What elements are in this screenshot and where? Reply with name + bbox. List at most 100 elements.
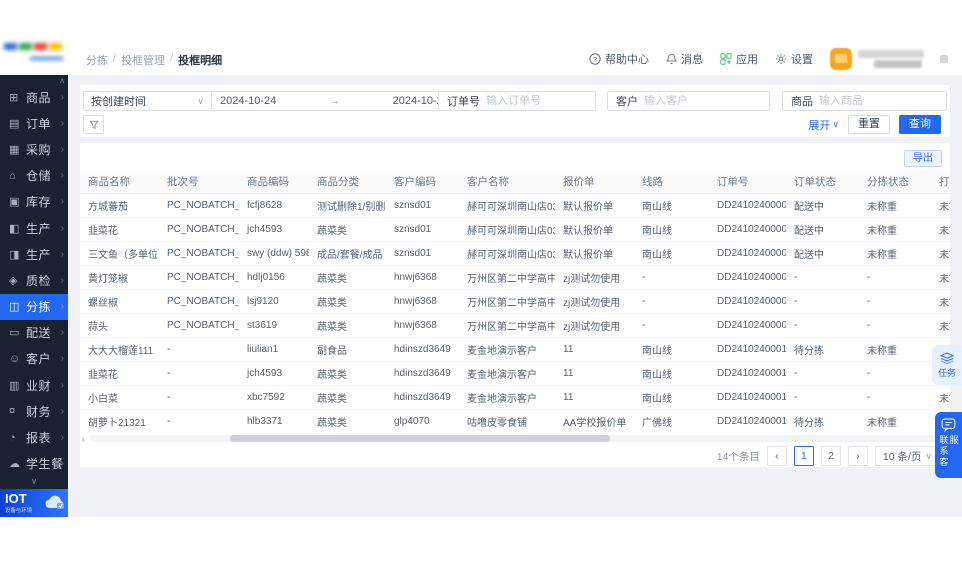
table-cell: DD24102400010 <box>709 337 786 362</box>
table-row: 三文鱼（多单位）PC_NOBATCH_00...swy (ddw) 5980成品… <box>80 241 950 266</box>
avatar <box>830 48 852 70</box>
table-column-header: 客户编码 <box>386 171 459 194</box>
expand-filters-link[interactable]: 展开 ∨ <box>808 117 839 133</box>
sidebar-item-inventory[interactable]: ▣ 库存 › <box>0 189 68 215</box>
table-cell: 11 <box>555 337 634 362</box>
table-cell: - <box>859 385 931 410</box>
table-cell: - <box>159 361 239 386</box>
table-cell: 万州区第二中学高中部（... <box>459 265 555 290</box>
table-cell: 默认报价单 <box>555 217 634 242</box>
question-circle-icon: ? <box>589 53 601 65</box>
sidebar-item-student-meals[interactable]: ☁ 学生餐 › <box>0 451 68 477</box>
page-size-select[interactable]: 10 条/页 ∨ <box>874 446 940 466</box>
pagination-next-button[interactable]: › <box>847 446 868 466</box>
messages-button[interactable]: 消息 <box>666 51 703 67</box>
chevron-right-icon: › <box>60 248 64 260</box>
task-float-button[interactable]: 任务 <box>932 345 962 385</box>
sidebar-item-reports[interactable]: ◔ 报表 › <box>0 424 68 450</box>
iot-banner[interactable]: IOT 设备与环境 <box>0 489 68 517</box>
table-cell: 未打印 <box>931 385 950 410</box>
table-column-header: 批次号 <box>159 171 239 194</box>
table-cell: 未打印 <box>931 265 950 290</box>
table-cell: 配送中 <box>786 241 859 266</box>
table-cell: liulian1 <box>239 337 309 362</box>
breadcrumb-item[interactable]: 分拣 <box>86 52 108 68</box>
settings-button[interactable]: 设置 <box>775 51 813 67</box>
table-cell: 默认报价单 <box>555 241 634 266</box>
sidebar-item-quality-check[interactable]: ◈ 质检 › <box>0 267 68 293</box>
pagination-page-1[interactable]: 1 <box>793 446 814 466</box>
table-cell: DD24102400001 <box>709 241 786 266</box>
product-field: 商品 <box>782 91 947 111</box>
table-cell: - <box>786 265 859 290</box>
contact-support-button[interactable]: 联系客服 <box>935 412 962 478</box>
table-cell: 未打印 <box>931 289 950 314</box>
time-type-value: 按创建时间 <box>91 96 146 108</box>
chevron-down-icon: ∨ <box>832 119 839 129</box>
finance-icon: ¤ <box>9 405 16 418</box>
table-cell: hdlj0156 <box>239 265 309 290</box>
apps-button[interactable]: 应用 <box>720 51 758 67</box>
inventory-icon: ▣ <box>9 196 20 209</box>
breadcrumb-item[interactable]: 投框管理 <box>121 52 165 68</box>
results-panel: 导出 商品名称 批次号 商品编码 商品分类 客户编码 客户名称 报价单 线路 订单号 订单状态 分拣… <box>80 143 950 467</box>
pagination-prev-button[interactable]: ‹ <box>766 446 787 466</box>
order-icon: ▤ <box>9 117 20 130</box>
table-scroll-left-icon[interactable]: ‹ <box>82 434 85 444</box>
production-icon: ◧ <box>9 222 20 235</box>
table-cell: sznsd01 <box>386 217 459 242</box>
sidebar-item-orders[interactable]: ▤ 订单 › <box>0 110 68 136</box>
table-cell: 蔬菜类 <box>309 313 386 338</box>
filter-funnel-button[interactable] <box>83 115 104 134</box>
breadcrumb-separator: / <box>113 52 117 64</box>
sidebar-item-purchase[interactable]: ▦ 采购 › <box>0 136 68 162</box>
time-type-select[interactable]: 按创建时间 ∨ <box>83 91 212 111</box>
sidebar-item-customers[interactable]: ☺ 客户 › <box>0 346 68 372</box>
table-cell: PC_NOBATCH_00... <box>159 241 239 266</box>
layers-icon <box>940 351 954 364</box>
order-no-field: 订单号 <box>438 91 596 111</box>
sidebar-item-label: 财务 <box>26 404 52 419</box>
table-cell: 11 <box>555 361 634 386</box>
user-account[interactable] <box>830 48 948 70</box>
table-cell: swy (ddw) 5980 <box>239 241 309 266</box>
table-row: 黄灯笼椒PC_NOBATCH_00...hdlj0156蔬菜类hnwj6368万… <box>80 265 950 290</box>
table-cell: DD24102400010 <box>709 385 786 410</box>
chevron-right-icon: › <box>60 432 64 444</box>
pagination-page-2[interactable]: 2 <box>820 446 841 466</box>
data-table: 商品名称 批次号 商品编码 商品分类 客户编码 客户名称 报价单 线路 订单号 订单状态 分拣状态打… <box>80 171 950 433</box>
product-input[interactable] <box>819 95 938 107</box>
order-no-label: 订单号 <box>447 96 480 108</box>
sidebar-item-warehouse[interactable]: ⌂ 仓储 › <box>0 163 68 189</box>
table-cell: - <box>786 361 859 386</box>
sidebar-item-production-2[interactable]: ◨ 生产 › <box>0 241 68 267</box>
customer-input[interactable] <box>644 95 761 107</box>
help-center-button[interactable]: ? 帮助中心 <box>589 51 649 67</box>
table-cell: 未称重 <box>859 241 931 266</box>
sidebar-item-production[interactable]: ◧ 生产 › <box>0 215 68 241</box>
export-button[interactable]: 导出 <box>904 150 942 167</box>
table-cell: 配送中 <box>786 193 859 218</box>
customer-label: 客户 <box>616 96 638 108</box>
sidebar-item-goods[interactable]: ⊞ 商品 › <box>0 84 68 110</box>
order-no-input[interactable] <box>486 95 587 107</box>
sidebar-item-delivery[interactable]: ▭ 配送 › <box>0 320 68 346</box>
horizontal-scrollbar-thumb[interactable] <box>230 435 610 442</box>
table-column-header: 商品分类 <box>309 171 386 194</box>
search-button[interactable]: 查询 <box>899 115 941 134</box>
quality-icon: ◈ <box>9 274 18 287</box>
sidebar-item-sorting[interactable]: ◫ 分拣 › <box>0 293 68 320</box>
table-cell: 默认报价单 <box>555 193 634 218</box>
student-meal-icon: ☁ <box>9 458 20 471</box>
table-column-header: 报价单 <box>555 171 634 194</box>
sidebar-item-finance[interactable]: ¤ 财务 › <box>0 398 68 424</box>
table-cell: 南山线 <box>634 193 709 218</box>
table-cell: hlb3371 <box>239 409 309 433</box>
reset-button[interactable]: 重置 <box>848 115 890 134</box>
table-column-header: 订单状态 <box>786 171 859 194</box>
bell-icon <box>666 53 677 64</box>
table-cell: 测试删除1/别删除 <box>309 193 386 218</box>
table-cell: 大大大榴莲111 <box>80 337 159 362</box>
sidebar-scroll-down-icon[interactable]: ∨ <box>0 476 68 486</box>
sidebar-item-business-finance[interactable]: ▥ 业财 › <box>0 372 68 398</box>
